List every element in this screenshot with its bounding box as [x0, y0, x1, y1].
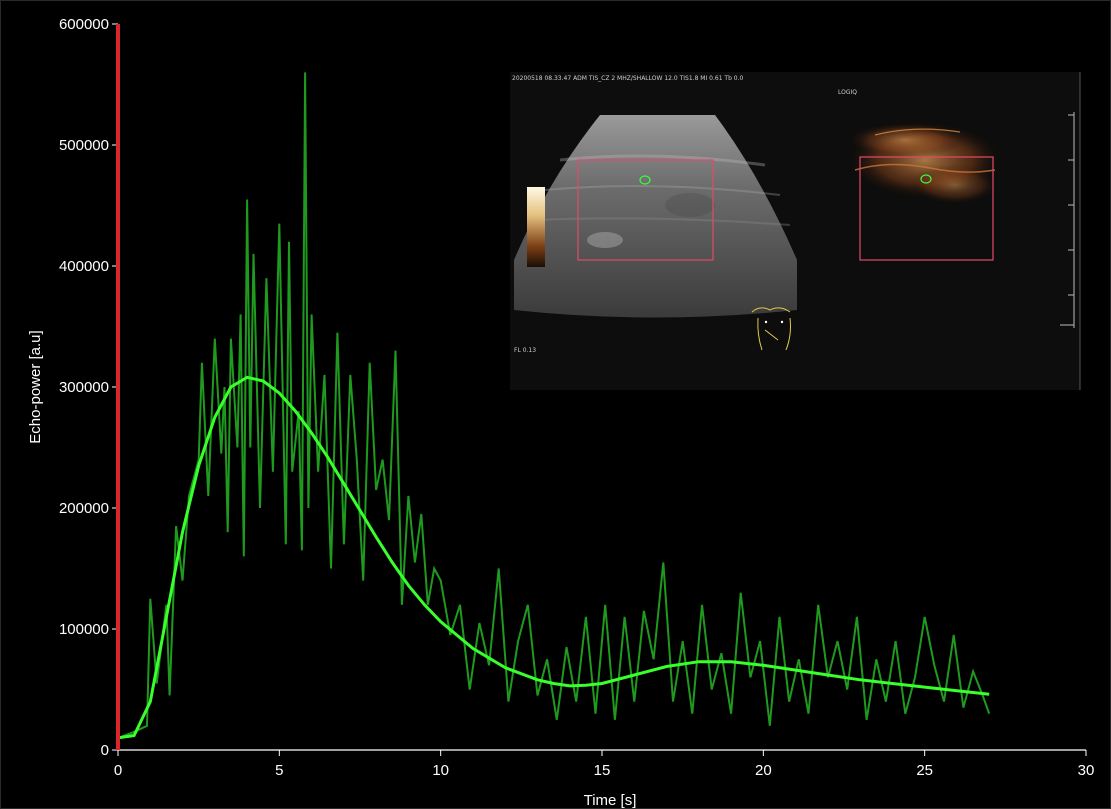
inset-footer-label: FL 0.13 [514, 347, 536, 354]
inset-brand-label: LOGIQ [838, 89, 857, 96]
x-axis-title: Time [s] [584, 792, 637, 809]
x-tick-label: 0 [114, 762, 122, 779]
y-tick-label: 0 [101, 742, 109, 759]
y-tick-label: 100000 [59, 621, 109, 638]
y-axis-ticks: 0 100000 200000 300000 400000 500000 600000 [59, 16, 118, 759]
inset-header-text: 20200518 08.33.47 ADM TIS_CZ 2 MHZ/SHALL… [512, 75, 744, 82]
x-tick-label: 10 [432, 762, 449, 779]
y-tick-label: 200000 [59, 500, 109, 517]
x-tick-label: 5 [275, 762, 283, 779]
intensity-color-bar [527, 187, 545, 267]
y-axis-title: Echo-power [a.u] [27, 330, 44, 443]
x-tick-label: 15 [594, 762, 611, 779]
x-tick-label: 25 [916, 762, 933, 779]
y-tick-label: 500000 [59, 137, 109, 154]
y-tick-label: 300000 [59, 379, 109, 396]
ultrasound-inset-image: 20200518 08.33.47 ADM TIS_CZ 2 MHZ/SHALL… [510, 72, 1081, 390]
echo-power-chart: 20200518 08.33.47 ADM TIS_CZ 2 MHZ/SHALL… [27, 16, 1095, 809]
y-tick-label: 400000 [59, 258, 109, 275]
fitted-echo-power-curve [117, 375, 990, 740]
x-tick-label: 30 [1078, 762, 1095, 779]
x-tick-label: 20 [755, 762, 772, 779]
y-tick-label: 600000 [59, 16, 109, 33]
x-axis-ticks: 0 5 10 15 20 25 30 [114, 750, 1095, 779]
